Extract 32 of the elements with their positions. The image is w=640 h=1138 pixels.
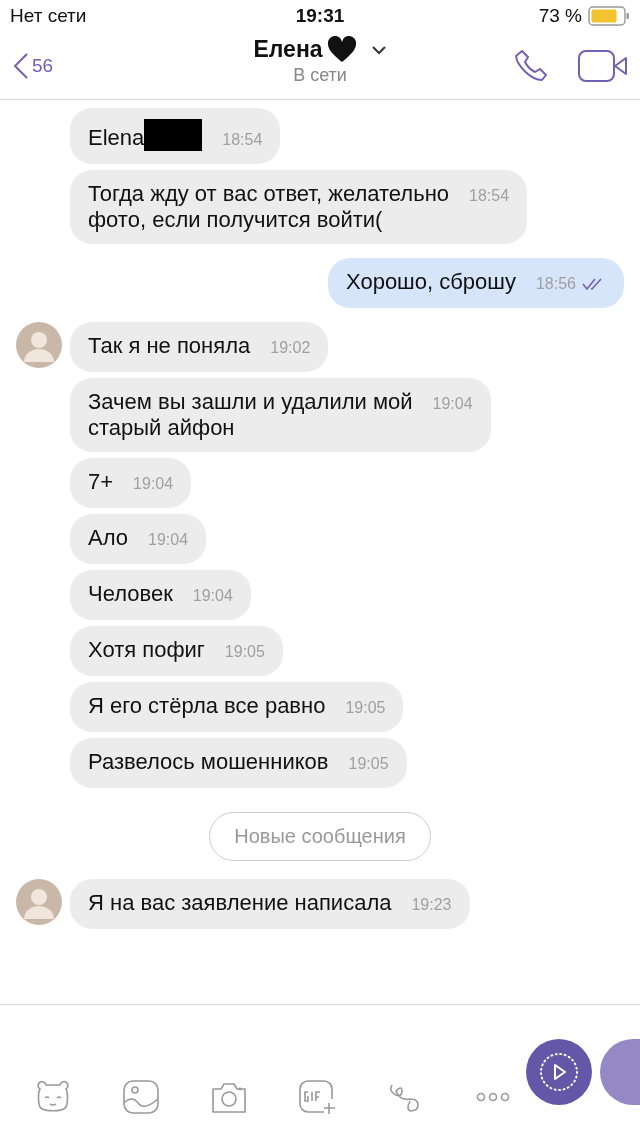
gallery-icon[interactable]: [122, 1079, 160, 1115]
message-bubble: Хорошо, сброшу 18:56: [328, 258, 624, 308]
message-bubble: Развелось мошенников 19:05: [70, 738, 407, 788]
message-bubble: Я на вас заявление написала 19:23: [70, 879, 470, 929]
carrier-text: Нет сети: [10, 5, 87, 27]
chevron-left-icon: [12, 51, 30, 80]
back-button[interactable]: 56: [12, 51, 54, 80]
sticker-icon[interactable]: [34, 1079, 72, 1115]
message-bubble: Человек 19:04: [70, 570, 251, 620]
phone-icon[interactable]: [514, 48, 548, 83]
online-status: В сети: [293, 65, 347, 86]
heart-icon: [326, 36, 357, 63]
message-bubble: 7+ 19:04: [70, 458, 192, 508]
message-bubble: Зачем вы зашли и удалили мой старый айфон 19:04: [70, 378, 491, 452]
message-bubble: Ало 19:04: [70, 514, 207, 564]
message-bubble: Хотя пофиг 19:05: [70, 626, 283, 676]
message-bubble: Тогда жду от вас ответ, желательно фото, если получится войти( 18:54: [70, 170, 528, 244]
avatar-icon[interactable]: [16, 879, 62, 925]
gif-icon[interactable]: [298, 1079, 336, 1115]
battery-text: 73 %: [538, 5, 582, 27]
chevron-down-icon[interactable]: [370, 44, 387, 55]
message-bubble: Elena 18:54: [70, 108, 281, 164]
video-camera-icon[interactable]: [578, 49, 628, 82]
clock-text: 19:31: [295, 5, 345, 26]
play-icon: [539, 1052, 579, 1092]
contact-name: Елена: [253, 36, 323, 63]
message-bubble: Так я не поняла 19:02: [70, 322, 329, 372]
message-bubble: Я его стёрла все равно 19:05: [70, 682, 404, 732]
battery-icon: [588, 6, 630, 26]
send-button[interactable]: [600, 1039, 640, 1105]
new-messages-divider: Новые сообщения: [209, 812, 431, 861]
avatar-icon[interactable]: [16, 322, 62, 368]
